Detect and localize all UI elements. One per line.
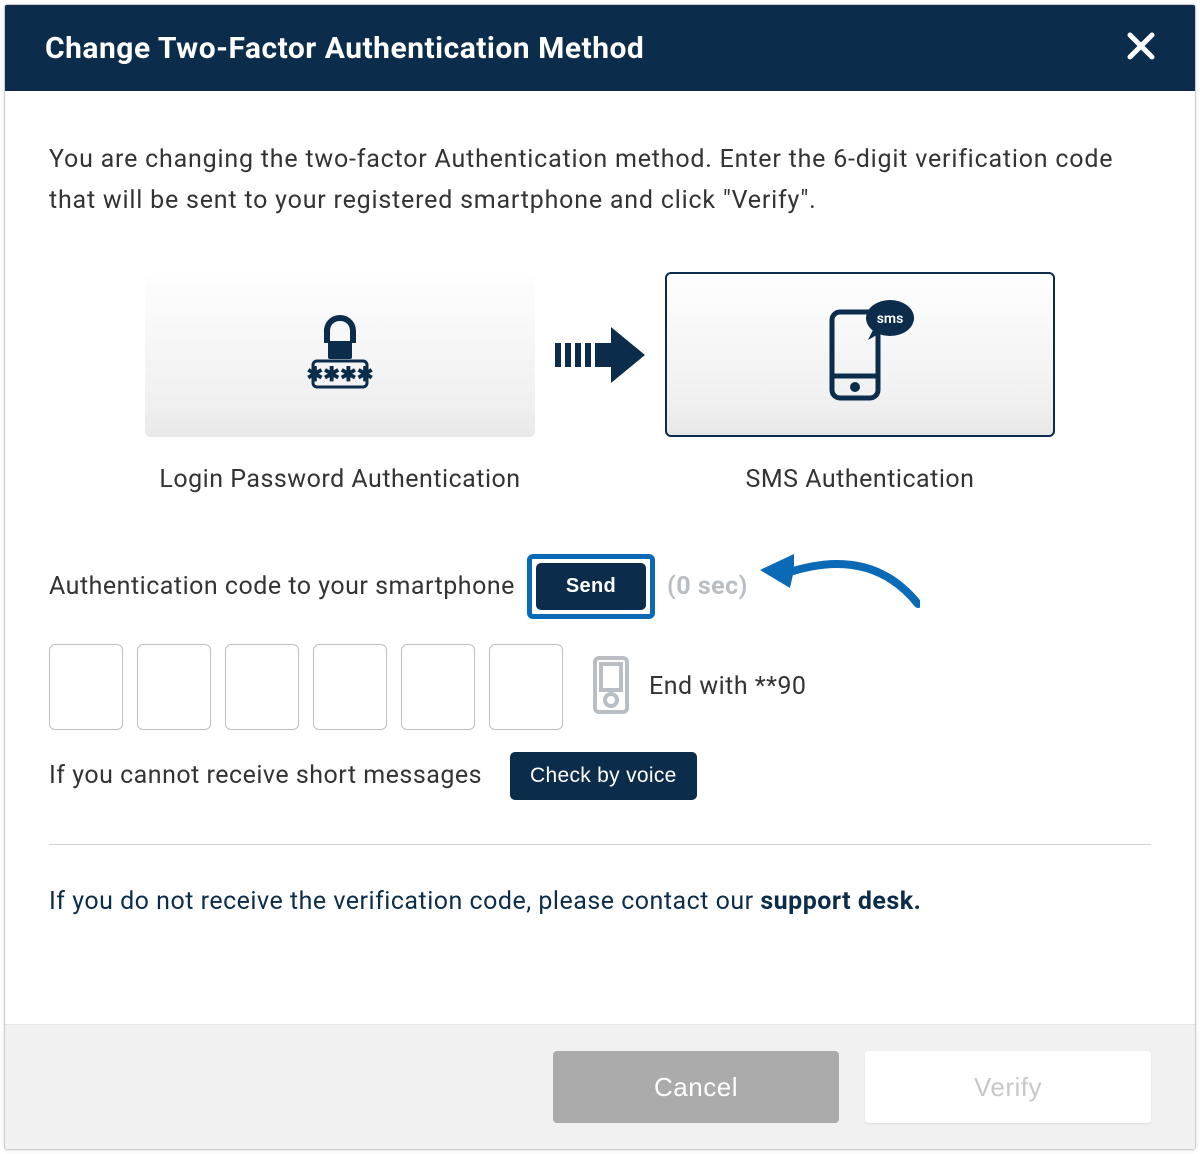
close-icon[interactable] (1127, 29, 1155, 67)
send-timer: (0 sec) (667, 572, 748, 601)
password-auth-card: ✱✱✱✱ (145, 272, 535, 437)
method-from-label: Login Password Authentication (159, 465, 520, 494)
two-factor-modal: Change Two-Factor Authentication Method … (4, 4, 1196, 1150)
support-prefix: If you do not receive the verification c… (49, 887, 760, 916)
curved-arrow-icon (760, 544, 920, 618)
method-to: sms SMS Authentication (665, 272, 1055, 494)
check-by-voice-button[interactable]: Check by voice (510, 752, 697, 800)
modal-title: Change Two-Factor Authentication Method (45, 31, 644, 66)
method-transition: ✱✱✱✱ Login Password Authentication (49, 272, 1151, 494)
divider (49, 844, 1151, 845)
sms-auth-card: sms (665, 272, 1055, 437)
code-digit-1[interactable] (49, 644, 123, 730)
code-digit-4[interactable] (313, 644, 387, 730)
svg-text:sms: sms (877, 311, 904, 327)
lock-password-icon: ✱✱✱✱ (295, 307, 385, 401)
code-digit-3[interactable] (225, 644, 299, 730)
device-info: End with **90 (591, 656, 806, 718)
device-icon (591, 656, 631, 718)
code-entry-row: End with **90 (49, 644, 1151, 730)
arrow-right-icon (555, 327, 645, 387)
send-label: Authentication code to your smartphone (49, 572, 515, 601)
verify-button[interactable]: Verify (865, 1051, 1151, 1123)
code-digit-5[interactable] (401, 644, 475, 730)
send-button[interactable]: Send (536, 563, 646, 610)
voice-check-row: If you cannot receive short messages Che… (49, 752, 1151, 800)
smartphone-sms-icon: sms (800, 292, 920, 416)
svg-text:✱✱✱✱: ✱✱✱✱ (306, 364, 373, 386)
support-text: If you do not receive the verification c… (49, 887, 1151, 916)
send-button-highlight: Send (527, 554, 655, 619)
code-digit-2[interactable] (137, 644, 211, 730)
voice-label: If you cannot receive short messages (49, 761, 482, 790)
cancel-button[interactable]: Cancel (553, 1051, 839, 1123)
method-to-label: SMS Authentication (746, 465, 975, 494)
modal-header: Change Two-Factor Authentication Method (5, 5, 1195, 91)
send-code-row: Authentication code to your smartphone S… (49, 550, 1151, 624)
code-digit-6[interactable] (489, 644, 563, 730)
modal-footer: Cancel Verify (5, 1024, 1195, 1149)
method-from: ✱✱✱✱ Login Password Authentication (145, 272, 535, 494)
support-desk-link[interactable]: support desk. (760, 887, 921, 916)
intro-text: You are changing the two-factor Authenti… (49, 139, 1151, 222)
device-end-with: End with **90 (649, 672, 806, 701)
modal-body: You are changing the two-factor Authenti… (5, 91, 1195, 1024)
code-inputs (49, 644, 563, 730)
